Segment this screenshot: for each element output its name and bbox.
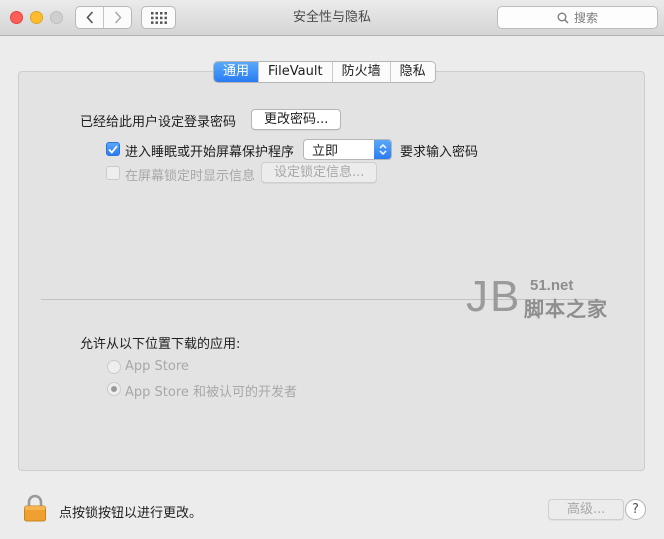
checkmark-icon	[108, 144, 118, 154]
show-lock-message-label: 在屏幕锁定时显示信息	[125, 169, 256, 184]
help-button[interactable]: ?	[625, 499, 646, 520]
advanced-button[interactable]: 高级...	[548, 499, 625, 520]
watermark-domain: 51.net	[530, 277, 574, 294]
radio-selected-dot	[111, 386, 117, 392]
require-password-delay-select[interactable]: 立即	[303, 139, 392, 160]
require-password-suffix: 要求输入密码	[400, 145, 479, 160]
radio-app-store-identified-label: App Store 和被认可的开发者	[125, 385, 298, 400]
zoom-window-button[interactable]	[50, 11, 63, 24]
select-value: 立即	[312, 144, 339, 159]
lock-icon[interactable]	[23, 494, 47, 522]
show-lock-message-checkbox[interactable]	[106, 166, 120, 180]
chevron-left-icon	[85, 11, 93, 24]
radio-app-store[interactable]	[107, 360, 121, 374]
watermark-name: 脚本之家	[524, 297, 608, 321]
download-source-label: 允许从以下位置下载的应用:	[80, 337, 241, 352]
title-bar: 安全性与隐私 搜索	[0, 0, 664, 36]
tab-bar: 通用 FileVault 防火墙 隐私	[213, 61, 436, 83]
require-password-checkbox[interactable]	[106, 142, 120, 156]
updown-arrows-icon	[374, 140, 391, 159]
tab-firewall[interactable]: 防火墙	[331, 62, 390, 82]
watermark-logo: JB 51.net 脚本之家	[466, 272, 626, 322]
chevron-right-icon	[114, 11, 122, 24]
back-button[interactable]	[76, 7, 103, 28]
navigation-buttons	[75, 6, 132, 29]
radio-app-store-identified[interactable]	[107, 382, 121, 396]
lock-instruction-label: 点按锁按钮以进行更改。	[59, 506, 203, 521]
general-panel	[18, 71, 645, 471]
set-lock-message-button[interactable]: 设定锁定信息...	[261, 162, 378, 183]
password-set-label: 已经给此用户设定登录密码	[80, 115, 237, 130]
change-password-button[interactable]: 更改密码...	[251, 109, 342, 130]
require-password-label: 进入睡眠或开始屏幕保护程序	[125, 145, 295, 160]
search-icon	[557, 12, 569, 24]
grid-icon	[150, 11, 167, 24]
search-field[interactable]: 搜索	[497, 6, 658, 29]
show-all-button[interactable]	[141, 6, 176, 29]
watermark-brand: JB	[466, 272, 522, 321]
radio-app-store-label: App Store	[125, 359, 189, 374]
tab-general[interactable]: 通用	[214, 62, 259, 82]
tab-privacy[interactable]: 隐私	[389, 62, 435, 82]
search-placeholder: 搜索	[573, 11, 598, 25]
forward-button[interactable]	[103, 7, 131, 28]
close-window-button[interactable]	[10, 11, 23, 24]
tab-filevault[interactable]: FileVault	[258, 62, 332, 82]
minimize-window-button[interactable]	[30, 11, 43, 24]
